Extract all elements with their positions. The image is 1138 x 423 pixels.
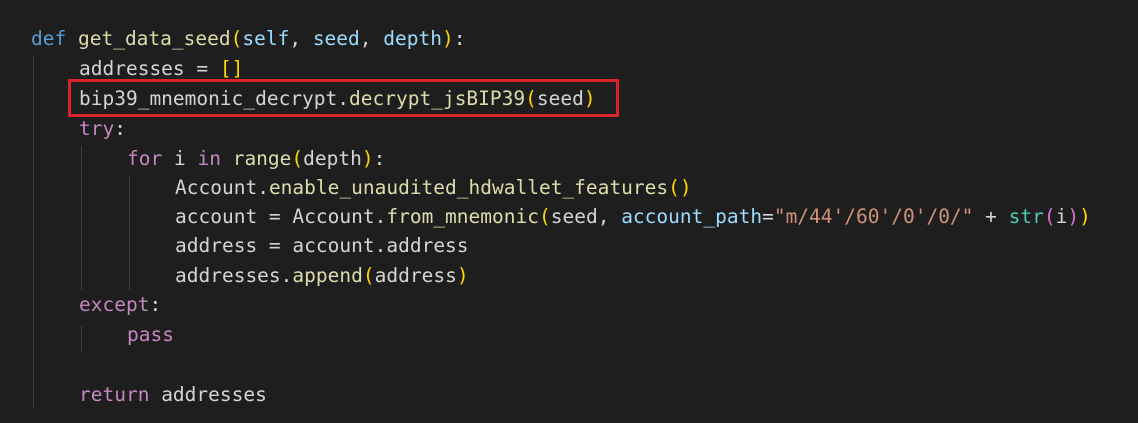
code-token: range	[232, 147, 292, 170]
code-token: :	[149, 293, 162, 316]
code-token: )	[1079, 205, 1091, 228]
code-token: (	[230, 27, 243, 50]
code-token: address	[386, 234, 469, 257]
code-line-except: except:	[79, 290, 161, 320]
code-token: str	[1008, 205, 1044, 228]
code-token: Account	[175, 176, 258, 199]
code-token: account	[292, 234, 375, 257]
code-token: (	[362, 264, 375, 287]
code-token: bip39_mnemonic_decrypt	[79, 87, 338, 110]
code-token: pass	[127, 323, 174, 346]
indent-guide-level-2-except	[81, 326, 82, 352]
code-token: seed	[550, 205, 598, 228]
code-token: ,	[359, 27, 384, 50]
code-token: :	[114, 117, 126, 140]
code-token: :	[453, 27, 466, 50]
code-editor[interactable]: def get_data_seed(self, seed, depth): ad…	[0, 0, 1138, 423]
code-token: i	[162, 147, 198, 170]
code-line-decrypt: bip39_mnemonic_decrypt.decrypt_jsBIP39(s…	[79, 84, 596, 114]
code-token: =	[257, 234, 293, 257]
code-token: decrypt_jsBIP39	[349, 87, 526, 110]
code-token: depth	[303, 147, 362, 170]
code-token: .	[374, 205, 387, 228]
code-token: try	[79, 117, 115, 140]
code-token: ()	[668, 176, 692, 199]
code-line-enable: Account.enable_unaudited_hdwallet_featur…	[175, 173, 692, 203]
code-token: .	[337, 87, 350, 110]
code-token: Account	[292, 205, 375, 228]
code-line-append: addresses.append(address)	[175, 261, 469, 291]
code-token: )	[361, 147, 374, 170]
code-line-addresses-init: addresses = []	[79, 54, 243, 84]
code-token: i	[1055, 205, 1068, 228]
code-token: seed	[312, 27, 360, 50]
code-token: .	[257, 176, 269, 199]
indent-guide-level-3-for	[129, 176, 130, 290]
code-token: for	[127, 147, 163, 170]
code-token: except	[79, 293, 150, 316]
indent-guide-level-2-try	[81, 146, 82, 290]
code-token: +	[973, 205, 1009, 228]
code-token: get_data_seed	[77, 27, 231, 50]
code-token: enable_unaudited_hdwallet_features	[268, 176, 669, 199]
code-token: )	[1067, 205, 1080, 228]
code-token: (	[538, 205, 551, 228]
code-token: in	[197, 147, 221, 170]
code-line-address: address = account.address	[175, 231, 469, 261]
code-line-def: def get_data_seed(self, seed, depth):	[31, 24, 465, 54]
code-line-for: for i in range(depth):	[127, 144, 385, 174]
code-line-return: return addresses	[79, 380, 267, 410]
code-token: =	[257, 205, 293, 228]
code-token: def	[31, 27, 67, 50]
code-token: =	[184, 57, 220, 80]
code-line-pass: pass	[127, 320, 174, 350]
code-line-account: account = Account.from_mnemonic(seed, ac…	[175, 202, 1091, 232]
code-token: ,	[597, 205, 622, 228]
code-token: "m/44'/60'/0'/0/"	[773, 205, 974, 228]
code-token: ,	[289, 27, 313, 50]
code-line-try: try:	[79, 114, 126, 144]
code-token: seed	[536, 87, 584, 110]
code-token: from_mnemonic	[386, 205, 539, 228]
code-token: )	[441, 27, 454, 50]
code-token: addresses	[79, 57, 185, 80]
code-token: append	[292, 264, 363, 287]
code-token: (	[291, 147, 304, 170]
code-token: return	[79, 383, 150, 406]
code-token: account_path	[621, 205, 763, 228]
code-token: .	[374, 234, 387, 257]
code-token: account	[175, 205, 258, 228]
code-token: .	[280, 264, 293, 287]
code-token: self	[242, 27, 290, 50]
indent-guide-level-1	[33, 56, 34, 408]
code-token: addresses	[149, 383, 267, 406]
code-token: address	[374, 264, 457, 287]
code-token: )	[583, 87, 596, 110]
code-token: []	[219, 57, 244, 80]
code-token: (	[1043, 205, 1056, 228]
code-token: address	[175, 234, 258, 257]
code-token: :	[373, 147, 386, 170]
code-token: )	[456, 264, 469, 287]
code-token: addresses	[175, 264, 281, 287]
code-token: =	[762, 205, 774, 228]
code-token: depth	[383, 27, 442, 50]
code-token: (	[525, 87, 537, 110]
